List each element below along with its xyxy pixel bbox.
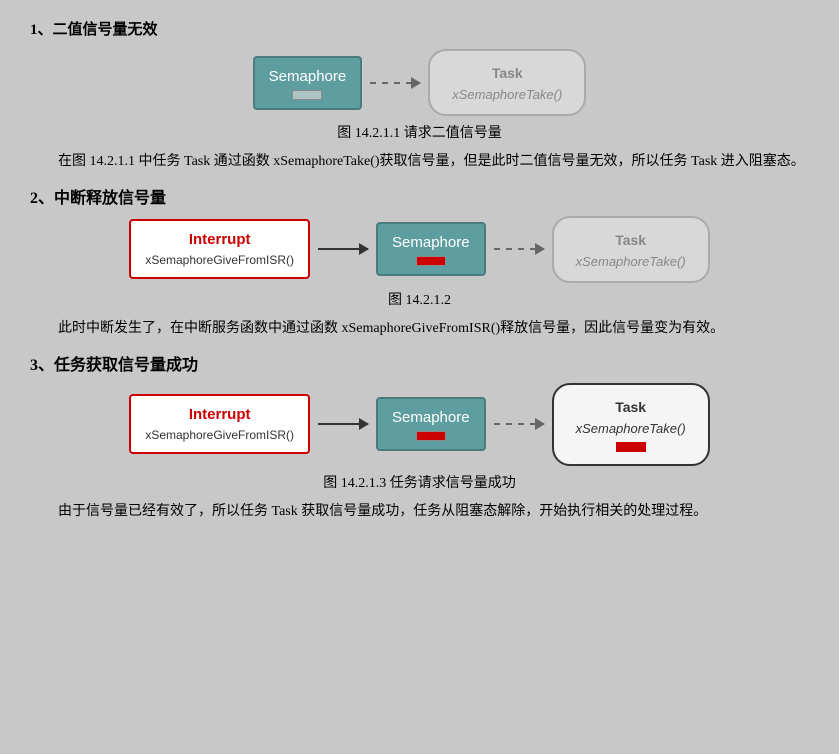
- interrupt-title-3: Interrupt: [189, 406, 251, 423]
- sem-indicator-3: [416, 431, 446, 441]
- arrow-dashed-1: [370, 82, 420, 84]
- semaphore-label-3: Semaphore: [392, 409, 470, 426]
- task-box-3: Task xSemaphoreTake(): [552, 383, 710, 466]
- section2-title: 2、中断释放信号量: [30, 184, 809, 208]
- section2-caption: 图 14.2.1.2: [30, 289, 809, 309]
- section3-caption: 图 14.2.1.3 任务请求信号量成功: [30, 472, 809, 492]
- section2: 2、中断释放信号量 Interrupt xSemaphoreGiveFromIS…: [30, 184, 809, 341]
- semaphore-box-2: Semaphore: [376, 222, 486, 276]
- section2-body: 此时中断发生了，在中断服务函数中通过函数 xSemaphoreGiveFromI…: [30, 317, 809, 341]
- task-func-3: xSemaphoreTake(): [576, 421, 686, 436]
- arrow-solid-3: [318, 423, 368, 425]
- semaphore-label-1: Semaphore: [269, 68, 347, 85]
- task-title-2: Task: [615, 232, 646, 248]
- section3: 3、任务获取信号量成功 Interrupt xSemaphoreGiveFrom…: [30, 351, 809, 524]
- section2-diagram: Interrupt xSemaphoreGiveFromISR() Semaph…: [30, 216, 809, 283]
- arrow-line-solid-2: [318, 248, 368, 250]
- section3-title: 3、任务获取信号量成功: [30, 351, 809, 375]
- task-func-2: xSemaphoreTake(): [576, 254, 686, 269]
- task-func-1: xSemaphoreTake(): [452, 87, 562, 102]
- section1-body: 在图 14.2.1.1 中任务 Task 通过函数 xSemaphoreTake…: [30, 150, 809, 174]
- arrow-line-solid-3: [318, 423, 368, 425]
- arrow-dashed-2: [494, 248, 544, 250]
- interrupt-box-3: Interrupt xSemaphoreGiveFromISR(): [129, 394, 310, 454]
- section3-body: 由于信号量已经有效了，所以任务 Task 获取信号量成功，任务从阻塞态解除，开始…: [30, 500, 809, 524]
- arrow-line-dashed-3: [494, 423, 544, 425]
- section3-diagram: Interrupt xSemaphoreGiveFromISR() Semaph…: [30, 383, 809, 466]
- section1-caption: 图 14.2.1.1 请求二值信号量: [30, 122, 809, 142]
- interrupt-func-3: xSemaphoreGiveFromISR(): [145, 428, 294, 442]
- task-indicator-3: [616, 442, 646, 452]
- semaphore-box-3: Semaphore: [376, 397, 486, 451]
- task-title-3: Task: [615, 399, 646, 415]
- arrow-line-dashed-2: [494, 248, 544, 250]
- section1-diagram: Semaphore Task xSemaphoreTake(): [30, 49, 809, 116]
- interrupt-box-2: Interrupt xSemaphoreGiveFromISR(): [129, 219, 310, 279]
- arrow-line-dashed-1: [370, 82, 420, 84]
- arrow-solid-2: [318, 248, 368, 250]
- sem-indicator-1: [292, 90, 322, 100]
- sem-indicator-2: [416, 256, 446, 266]
- semaphore-box-1: Semaphore: [253, 56, 363, 110]
- task-box-2: Task xSemaphoreTake(): [552, 216, 710, 283]
- task-title-1: Task: [492, 65, 523, 81]
- section1-title: 1、二值信号量无效: [30, 18, 809, 39]
- interrupt-func-2: xSemaphoreGiveFromISR(): [145, 253, 294, 267]
- task-box-1: Task xSemaphoreTake(): [428, 49, 586, 116]
- interrupt-title-2: Interrupt: [189, 231, 251, 248]
- semaphore-label-2: Semaphore: [392, 234, 470, 251]
- section1: 1、二值信号量无效 Semaphore Task xSemaphoreTake(…: [30, 18, 809, 174]
- arrow-dashed-3: [494, 423, 544, 425]
